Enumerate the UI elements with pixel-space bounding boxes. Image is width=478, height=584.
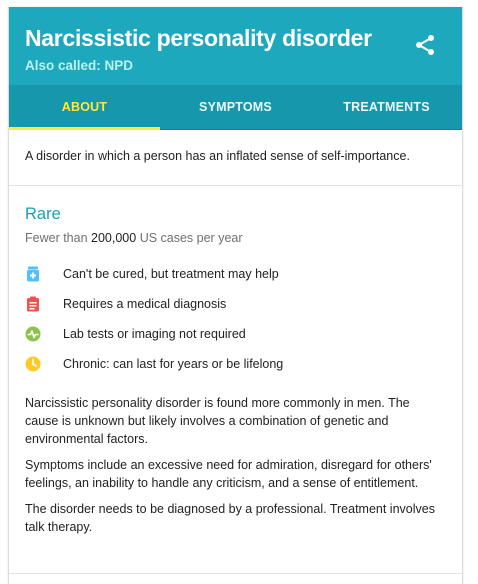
clipboard-icon xyxy=(27,296,39,312)
condition-title: Narcissistic personality disorder xyxy=(25,25,372,51)
fact-item: Can't be cured, but treatment may help xyxy=(25,259,446,289)
fact-item: Lab tests or imaging not required xyxy=(25,319,446,349)
rarity-count: 200,000 xyxy=(91,231,137,245)
rarity-prefix: Fewer than xyxy=(25,231,88,245)
fact-label: Requires a medical diagnosis xyxy=(63,297,227,311)
tab-about[interactable]: ABOUT xyxy=(9,85,160,130)
clock-icon xyxy=(25,356,41,372)
description-paragraph: The disorder needs to be diagnosed by a … xyxy=(25,502,435,534)
tab-symptoms[interactable]: SYMPTOMS xyxy=(160,85,311,129)
rarity-detail: Fewer than 200,000 US cases per year xyxy=(25,231,446,245)
rarity-heading: Rare xyxy=(25,205,61,223)
fact-label: Can't be cured, but treatment may help xyxy=(63,267,279,281)
medicine-bottle-icon xyxy=(27,266,39,282)
tab-bar: ABOUT SYMPTOMS TREATMENTS xyxy=(9,85,462,130)
condition-card: Narcissistic personality disorder Also c… xyxy=(8,7,463,584)
description-paragraph: Narcissistic personality disorder is fou… xyxy=(25,396,410,446)
card-header: Narcissistic personality disorder Also c… xyxy=(9,7,462,85)
condition-alias: Also called: NPD xyxy=(25,58,134,73)
divider xyxy=(9,573,462,574)
fact-label: Chronic: can last for years or be lifelo… xyxy=(63,357,284,371)
tab-treatments[interactable]: TREATMENTS xyxy=(311,85,462,129)
fact-item: Chronic: can last for years or be lifelo… xyxy=(25,349,446,379)
condition-summary: A disorder in which a person has an infl… xyxy=(9,130,462,186)
description-paragraph: Symptoms include an excessive need for a… xyxy=(25,458,432,490)
fact-list: Can't be cured, but treatment may help R… xyxy=(25,259,446,379)
fact-item: Requires a medical diagnosis xyxy=(25,289,446,319)
share-icon[interactable] xyxy=(413,33,437,57)
rarity-suffix: US cases per year xyxy=(139,231,243,245)
fact-label: Lab tests or imaging not required xyxy=(63,327,246,341)
pulse-icon xyxy=(25,326,41,342)
